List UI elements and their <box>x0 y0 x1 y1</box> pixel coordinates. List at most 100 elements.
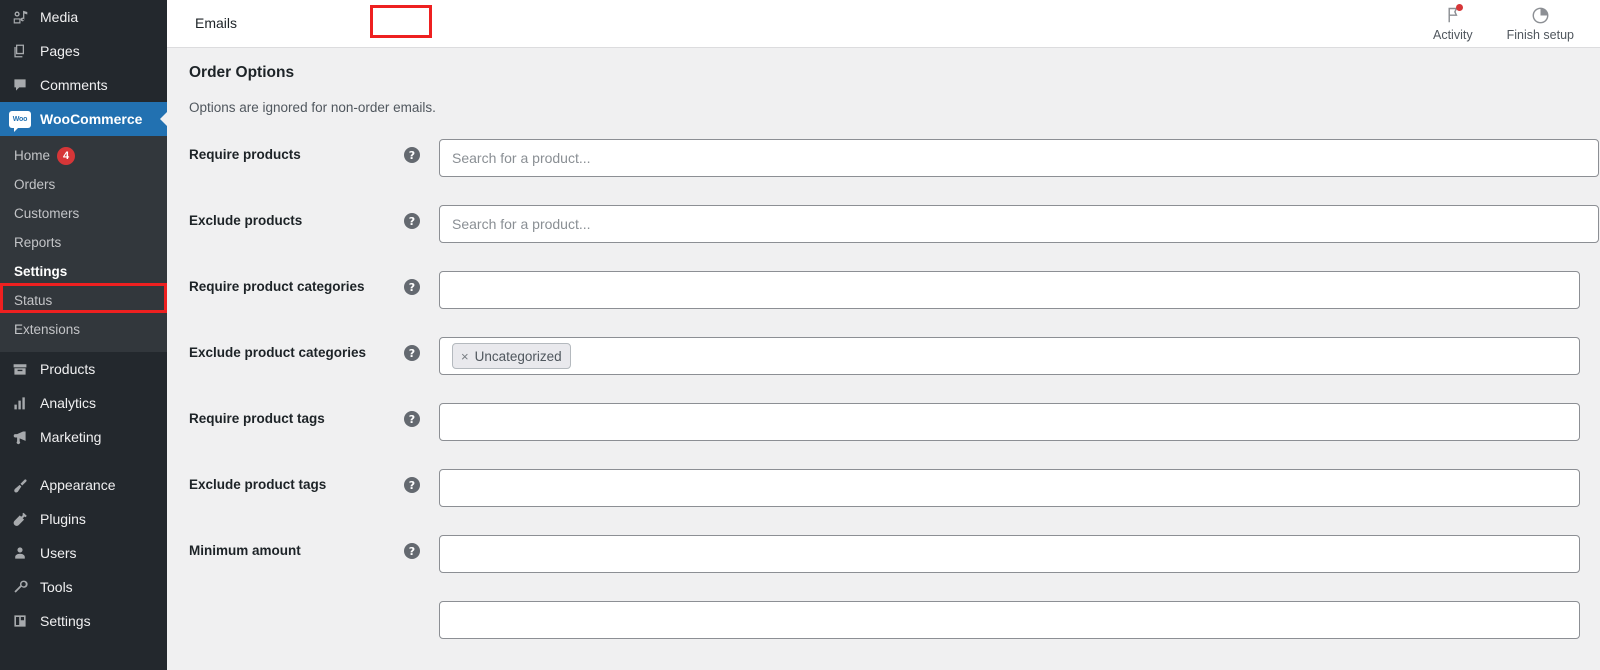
exclude-product-categories-input[interactable]: × Uncategorized <box>439 337 1580 375</box>
woocommerce-submenu: Home 4 Orders Customers Reports Settings… <box>0 136 167 352</box>
annotation-box-emails <box>370 5 432 38</box>
submenu-item-label: Customers <box>14 206 80 221</box>
submenu-item-home[interactable]: Home 4 <box>0 141 167 170</box>
require-product-categories-input[interactable] <box>439 271 1580 309</box>
submenu-item-label: Home <box>14 148 51 163</box>
submenu-item-label: Orders <box>14 177 56 192</box>
field-label: Exclude product tags <box>189 477 327 492</box>
sidebar-item-media[interactable]: Media <box>0 0 167 34</box>
sidebar-divider <box>0 454 167 468</box>
submenu-item-status[interactable]: Status <box>0 286 167 315</box>
help-icon[interactable]: ? <box>404 477 420 493</box>
sidebar-item-appearance[interactable]: Appearance <box>0 468 167 502</box>
tab-emails[interactable]: Emails <box>189 11 243 36</box>
help-icon[interactable]: ? <box>404 411 420 427</box>
field-row: Exclude products ? Search for a product.… <box>189 205 1600 243</box>
submenu-item-reports[interactable]: Reports <box>0 228 167 257</box>
next-field-input[interactable] <box>439 601 1580 639</box>
submenu-item-extensions[interactable]: Extensions <box>0 315 167 344</box>
field-row: Minimum amount ? <box>189 535 1600 573</box>
field-label: Minimum amount <box>189 543 301 558</box>
submenu-item-label: Settings <box>14 264 68 279</box>
flag-icon <box>1442 4 1464 25</box>
sidebar-item-label: Media <box>40 9 79 25</box>
finish-setup-label: Finish setup <box>1506 28 1574 42</box>
sidebar-item-comments[interactable]: Comments <box>0 68 167 102</box>
help-icon[interactable]: ? <box>404 213 420 229</box>
settings-icon <box>9 611 31 631</box>
sidebar-item-label: Comments <box>40 77 108 93</box>
sidebar-item-tools[interactable]: Tools <box>0 570 167 604</box>
sidebar-item-pages[interactable]: Pages <box>0 34 167 68</box>
field-row: Require product tags ? <box>189 403 1600 441</box>
sidebar-item-plugins[interactable]: Plugins <box>0 502 167 536</box>
sidebar-item-label: Pages <box>40 43 80 59</box>
help-icon[interactable]: ? <box>404 543 420 559</box>
main-area: Emails Activity Finish setup Order Optio… <box>167 0 1600 670</box>
sidebar-item-label: Analytics <box>40 395 97 411</box>
minimum-amount-input[interactable] <box>439 535 1580 573</box>
require-product-tags-input[interactable] <box>439 403 1580 441</box>
input-placeholder: Search for a product... <box>452 150 591 166</box>
sidebar-item-label: WooCommerce <box>40 111 143 127</box>
tab-label: Emails <box>195 15 238 32</box>
users-icon <box>9 543 31 563</box>
woocommerce-icon: Woo <box>9 110 31 132</box>
sidebar-item-label: Marketing <box>40 429 102 445</box>
sidebar-item-products[interactable]: Products <box>0 352 167 386</box>
sidebar-item-label: Appearance <box>40 477 116 493</box>
products-icon <box>9 359 31 379</box>
help-icon[interactable]: ? <box>404 279 420 295</box>
help-icon[interactable]: ? <box>404 147 420 163</box>
submenu-item-label: Reports <box>14 235 62 250</box>
sidebar-item-label: Plugins <box>40 511 86 527</box>
sidebar-item-marketing[interactable]: Marketing <box>0 420 167 454</box>
tools-icon <box>9 577 31 597</box>
activity-button[interactable]: Activity <box>1433 4 1473 42</box>
field-row: Require products ? Search for a product.… <box>189 139 1600 177</box>
section-description: Options are ignored for non-order emails… <box>189 100 436 115</box>
marketing-icon <box>9 427 31 447</box>
section-title: Order Options <box>189 64 295 81</box>
submenu-item-customers[interactable]: Customers <box>0 199 167 228</box>
remove-token-icon[interactable]: × <box>461 349 469 364</box>
home-count-badge: 4 <box>57 146 76 165</box>
field-label: Require products <box>189 147 301 162</box>
help-icon-placeholder <box>404 609 420 625</box>
media-icon <box>9 7 31 27</box>
selected-token[interactable]: × Uncategorized <box>452 343 571 369</box>
field-label: Require product tags <box>189 411 325 426</box>
field-label: Exclude product categories <box>189 345 367 360</box>
field-label: Exclude products <box>189 213 303 228</box>
field-row: Exclude product tags ? <box>189 469 1600 507</box>
sidebar-item-label: Tools <box>40 579 73 595</box>
woocommerce-logo-text: Woo <box>12 115 28 123</box>
sidebar-item-label: Users <box>40 545 77 561</box>
admin-sidebar: Media Pages Comments Woo WooCommerce Hom… <box>0 0 167 670</box>
finish-setup-button[interactable]: Finish setup <box>1507 5 1574 42</box>
settings-content: Order Options Options are ignored for no… <box>167 48 1600 670</box>
submenu-item-orders[interactable]: Orders <box>0 170 167 199</box>
field-row: Exclude product categories ? × Uncategor… <box>189 337 1600 375</box>
settings-tabs: Emails <box>167 11 243 36</box>
active-arrow-icon <box>160 111 167 127</box>
submenu-item-settings[interactable]: Settings <box>0 257 167 286</box>
input-placeholder: Search for a product... <box>452 216 591 232</box>
require-products-input[interactable]: Search for a product... <box>439 139 1599 177</box>
field-row-clipped <box>189 601 1600 639</box>
exclude-products-input[interactable]: Search for a product... <box>439 205 1599 243</box>
analytics-icon <box>9 393 31 413</box>
help-icon[interactable]: ? <box>404 345 420 361</box>
sidebar-item-analytics[interactable]: Analytics <box>0 386 167 420</box>
submenu-item-label: Extensions <box>14 322 81 337</box>
exclude-product-tags-input[interactable] <box>439 469 1580 507</box>
field-label: Require product categories <box>189 279 365 294</box>
pages-icon <box>9 41 31 61</box>
field-row: Require product categories ? <box>189 271 1600 309</box>
page-header: Emails Activity Finish setup <box>167 0 1600 48</box>
sidebar-item-woocommerce[interactable]: Woo WooCommerce <box>0 102 167 136</box>
plugins-icon <box>9 509 31 529</box>
notification-dot <box>1455 4 1463 11</box>
sidebar-item-users[interactable]: Users <box>0 536 167 570</box>
sidebar-item-settings[interactable]: Settings <box>0 604 167 638</box>
